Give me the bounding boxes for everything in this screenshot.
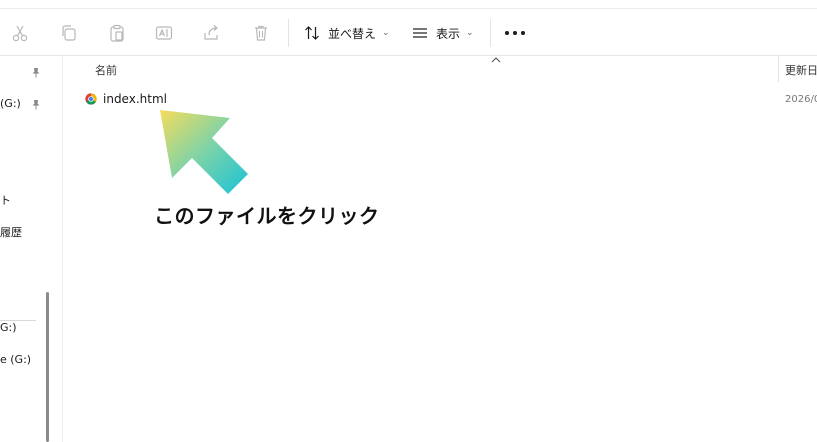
rename-icon[interactable] <box>154 23 174 43</box>
chrome-icon <box>85 93 97 105</box>
view-icon <box>412 25 428 41</box>
sort-icon <box>304 25 320 41</box>
nav-item-google-drive[interactable]: e (G:) <box>0 353 31 366</box>
chevron-down-icon: ⌄ <box>382 28 390 38</box>
column-header-date[interactable]: 更新日 <box>785 62 817 78</box>
paste-icon[interactable] <box>107 23 127 43</box>
view-label: 表示 <box>436 26 461 41</box>
command-bar: 並べ替え ⌄ 表示 ⌄ <box>0 8 817 56</box>
pin-icon[interactable] <box>31 99 41 110</box>
dot <box>521 31 525 35</box>
nav-item-document[interactable]: ト <box>0 192 11 208</box>
nav-item-drive-g[interactable]: (G:) <box>0 97 21 110</box>
sort-button[interactable]: 並べ替え ⌄ <box>304 21 390 45</box>
cut-icon[interactable] <box>10 23 30 43</box>
nav-item-drive[interactable]: G:) <box>0 321 17 334</box>
annotation-text: このファイルをクリック <box>154 204 380 228</box>
file-row[interactable]: index.html 2026/0 <box>63 88 817 110</box>
dot <box>505 31 509 35</box>
nav-item-history[interactable]: 履歴 <box>0 224 22 240</box>
toolbar-separator <box>490 19 491 47</box>
sort-label: 並べ替え <box>328 26 377 41</box>
more-options-icon[interactable] <box>505 31 525 37</box>
column-header-name[interactable]: 名前 <box>95 62 117 78</box>
pane-border <box>62 56 63 442</box>
sort-up-icon <box>491 56 501 64</box>
dot <box>513 31 517 35</box>
view-button[interactable]: 表示 ⌄ <box>412 21 474 45</box>
chevron-down-icon: ⌄ <box>466 28 474 38</box>
nav-scrollbar[interactable] <box>46 292 49 442</box>
column-header: 名前 更新日 <box>63 56 817 83</box>
arrow-pointer-icon <box>150 108 260 204</box>
copy-icon[interactable] <box>59 23 79 43</box>
pin-icon[interactable] <box>31 67 41 78</box>
toolbar-separator <box>288 19 289 47</box>
file-date: 2026/0 <box>785 94 817 105</box>
file-name[interactable]: index.html <box>103 92 167 106</box>
navigation-pane: (G:) ト 履歴 G:) e (G:) <box>0 56 49 442</box>
delete-icon[interactable] <box>251 23 271 43</box>
column-separator[interactable] <box>778 56 779 82</box>
share-icon[interactable] <box>202 23 222 43</box>
